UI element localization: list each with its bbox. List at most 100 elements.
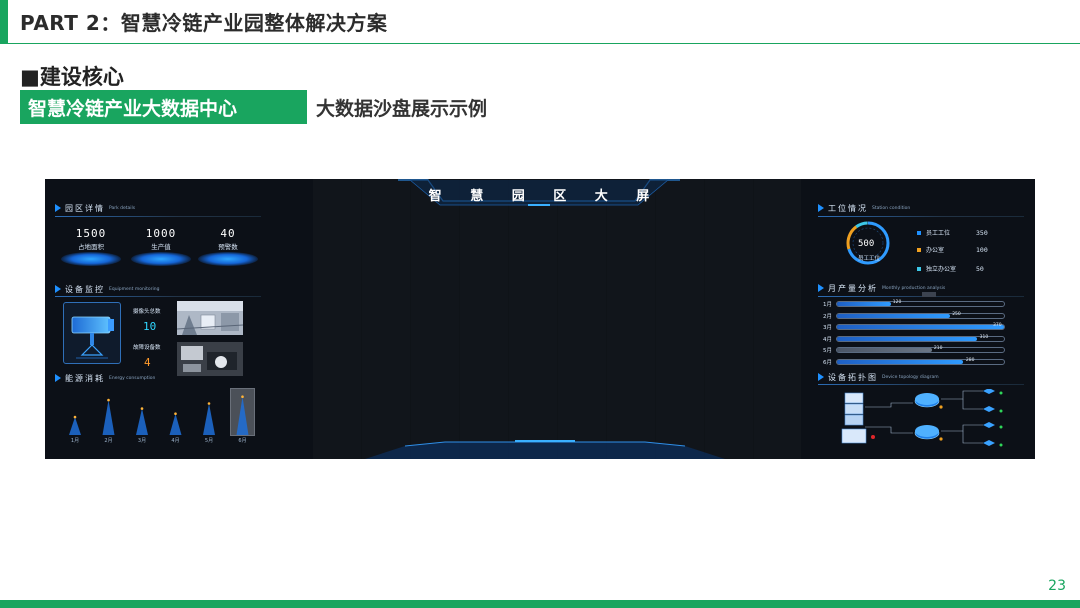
dashboard-title: 智 慧 园 区 大 屏 [428,189,662,204]
topology-diagram [841,389,1003,447]
stat-card-output: 1000 生产值 [126,227,196,251]
fault-count-value: 4 [144,356,151,369]
bar-fill [837,359,964,364]
panel-divider [818,296,1024,297]
energy-month-label: 4月 [171,438,180,444]
panel-title: 园区详情 [65,203,105,213]
panel-title: 设备拓扑图 [828,372,878,382]
energy-beam [169,413,182,435]
stat-value: 40 [220,227,236,240]
energy-beam [203,403,215,435]
bar-track [836,324,1005,330]
panel-divider [818,384,1024,385]
bar-value-label: 120 [892,300,902,305]
panel-subtitle: Equipment monitoring [109,286,160,292]
energy-beam [69,417,81,435]
arrow-icon [55,374,61,382]
energy-chart [69,395,249,435]
bar-track [836,301,1005,307]
bar-month-label: 2月 [823,313,832,320]
stat-pedestal [198,252,258,266]
fault-count-label: 故障设备数 [133,345,161,351]
bar-fill [837,336,977,341]
bar-track [836,312,1005,319]
panel-subtitle: Station condition [872,205,911,211]
bar-value-label: 210 [933,346,943,351]
bar-value-label: 370 [993,323,1002,328]
stat-value: 1000 [145,227,177,240]
energy-month-label: 5月 [204,438,214,444]
energy-consumption-header: 能源消耗 Energy consumption [55,372,155,384]
bottom-frame [365,440,725,459]
production-bar-row: 2月 250 [823,312,1013,320]
arrow-icon [55,285,61,293]
device-frame [63,302,121,364]
tag-primary: 智慧冷链产业大数据中心 [20,90,307,124]
bar-value-label: 250 [952,311,961,317]
production-bar-row: 3月 370 [823,323,1013,331]
camera-feed-image [177,301,243,335]
panel-divider [55,216,261,217]
park-details-header: 园区详情 Park details [55,202,135,214]
bar-month-label: 6月 [823,359,832,366]
slide-title: PART 2：智慧冷链产业园整体解决方案 [20,11,388,35]
tag-secondary: 大数据沙盘展示示例 [316,98,488,120]
energy-month-label: 3月 [137,438,147,444]
network-node-icon [983,389,1003,447]
camera-feed-image [177,342,243,376]
device-topology-header: 设备拓扑图 Device topology diagram [818,371,939,383]
header-accent-bar [0,0,8,44]
camera-count-value: 10 [143,320,157,333]
legend-label: 独立办公室 [926,266,957,273]
bar-fill [837,302,892,306]
unit-badge [922,292,936,297]
energy-beam [236,396,249,435]
bar-fill [837,313,950,318]
section-heading: ■建设核心 [20,65,124,89]
legend-value: 350 [976,228,988,237]
router-icon [914,393,943,409]
panel-subtitle: Monthly production analysis [882,285,946,291]
energy-beam-tip [207,402,211,405]
legend-label: 员工工位 [926,230,951,237]
station-condition-header: 工位情况 Station condition [818,202,910,214]
legend-swatch [917,230,921,235]
legend-row: 办公室 100 [917,245,1017,254]
footer-bar [0,600,1080,608]
panel-subtitle: Device topology diagram [882,374,939,380]
production-bar-row: 6月 280 [823,358,1013,366]
legend-label: 办公室 [926,247,945,254]
legend-row: 员工工位 350 [917,228,1017,237]
bar-track [836,358,1005,365]
stat-label: 预警数 [218,243,238,251]
legend-value: 50 [976,264,984,273]
energy-beam [136,408,148,435]
bar-fill [837,325,1004,329]
energy-beam-tip [140,407,144,410]
bar-month-label: 5月 [823,348,832,354]
stat-label: 生产值 [151,243,171,251]
stat-pedestal [61,252,121,266]
bar-month-label: 4月 [823,336,832,343]
production-bar-row: 1月 120 [823,300,1013,308]
stat-card-warnings: 40 预警数 [193,227,263,251]
panel-subtitle: Park details [109,205,136,211]
energy-beam-tip [241,395,244,398]
legend-row: 独立办公室 50 [917,264,1017,273]
page-number: 23 [1048,578,1066,594]
panel-subtitle: Energy consumption [109,375,156,381]
bar-fill [837,348,932,352]
panel-title: 工位情况 [828,203,868,213]
bar-month-label: 1月 [823,302,832,308]
panel-divider [818,216,1024,217]
energy-beam [102,400,115,435]
energy-month-label: 1月 [70,438,80,444]
energy-beam-tip [73,415,77,419]
bar-value-label: 280 [965,357,975,363]
legend-swatch [917,247,921,252]
router-icon [914,425,943,441]
station-total-label: 员工工位 [858,256,881,262]
arrow-icon [55,204,61,212]
energy-month-label: 6月 [238,438,247,444]
stat-card-area: 1500 占地面积 [56,227,126,251]
